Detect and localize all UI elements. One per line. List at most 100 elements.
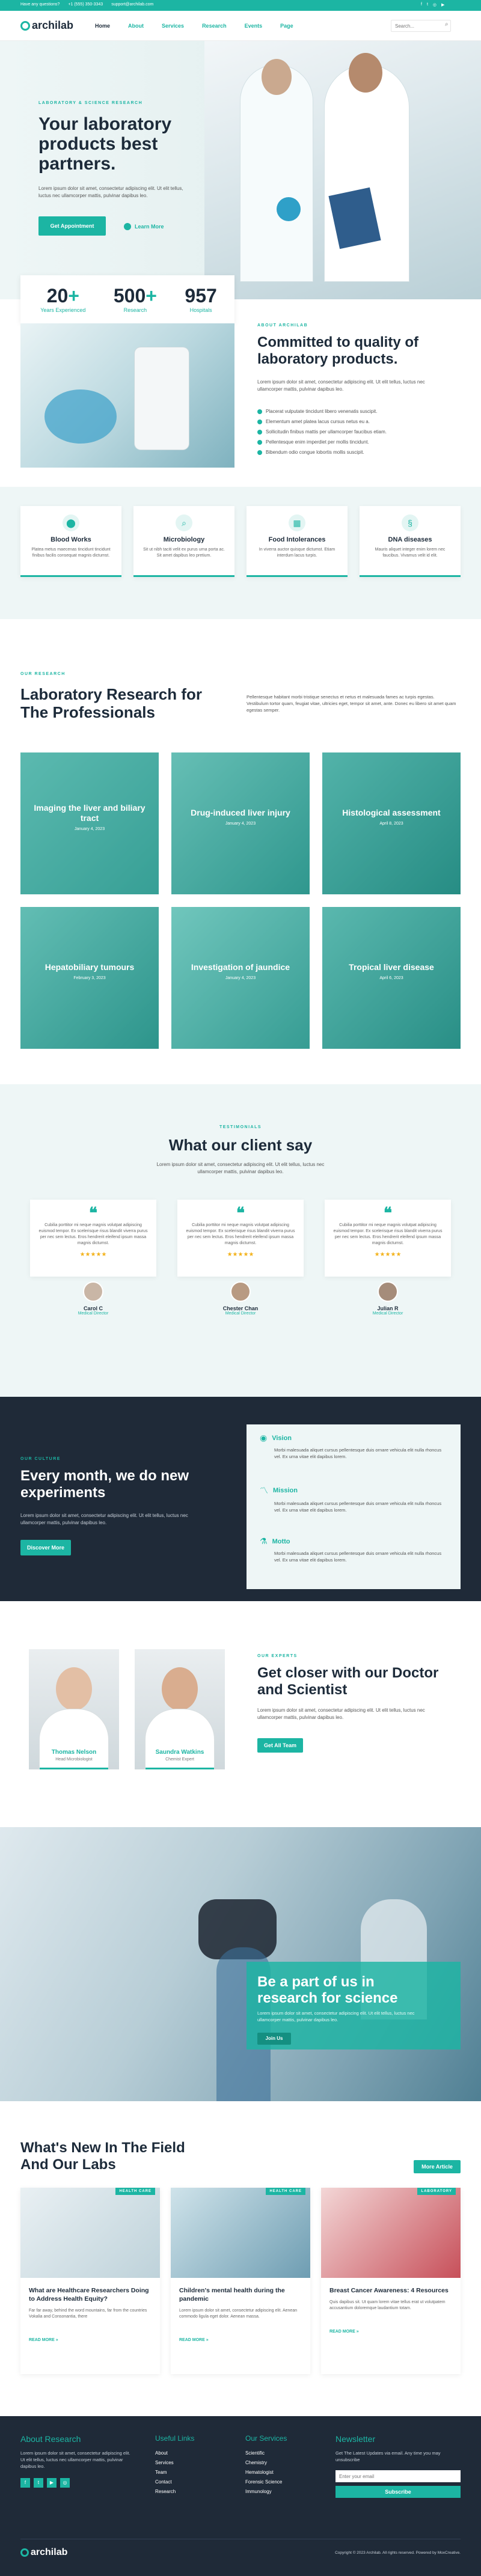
footer-newsletter: Newsletter Get The Latest Updates via em… — [335, 2434, 461, 2498]
nav-services[interactable]: Services — [162, 23, 184, 29]
footer-service-link[interactable]: Immunology — [245, 2487, 323, 2497]
read-more-link[interactable]: READ MORE » — [179, 2338, 302, 2342]
research-card-date: January 4, 2023 — [225, 976, 256, 980]
footer-links-title: Useful Links — [155, 2434, 195, 2443]
news-badge: HEALTH CARE — [115, 2188, 155, 2195]
topbar-phone[interactable]: +1 (555) 350-3343 — [68, 2, 103, 7]
hero-scientists-image — [204, 41, 481, 299]
research-card[interactable]: Hepatobiliary tumours February 3, 2023 — [20, 907, 159, 1049]
news-badge: HEALTH CARE — [266, 2188, 305, 2195]
facebook-icon[interactable]: f — [20, 2478, 30, 2488]
research-text: Pellentesque habitant morbi tristique se… — [247, 694, 456, 713]
footer-link[interactable]: Contact — [155, 2477, 227, 2487]
nav-about[interactable]: About — [128, 23, 144, 29]
research-card[interactable]: Histological assessment April 8, 2023 — [322, 752, 461, 894]
service-card[interactable]: § DNA diseases Mauris aliquet integer en… — [360, 506, 461, 577]
footer-link[interactable]: Services — [155, 2458, 227, 2468]
hero-text: Lorem ipsum dolor sit amet, consectetur … — [38, 186, 183, 198]
check-icon — [257, 439, 262, 445]
facebook-icon[interactable]: f — [421, 2, 422, 7]
footer-about-text: Lorem ipsum dolor sit amet, consectetur … — [20, 2450, 130, 2469]
footer-link[interactable]: About — [155, 2449, 227, 2458]
news-card-text: Far far away, behind the word mountains,… — [29, 2309, 147, 2319]
nav-home[interactable]: Home — [95, 23, 110, 29]
nav-research[interactable]: Research — [202, 23, 227, 29]
footer-link[interactable]: Research — [155, 2487, 227, 2497]
service-card[interactable]: ⌕ Microbiology Sit ut nibh taciti velit … — [133, 506, 234, 577]
service-text: In viverra auctor quisque dictumst. Etia… — [259, 548, 335, 558]
footer-link[interactable]: Team — [155, 2468, 227, 2477]
footer-logo[interactable]: archilab — [20, 2547, 67, 2558]
culture-item: 〽 Mission Morbi malesuada aliquet cursus … — [260, 1485, 447, 1536]
twitter-icon[interactable]: t — [427, 2, 428, 7]
about-title: Committed to quality of laboratory produ… — [257, 334, 418, 367]
culture-item-text: Morbi malesuada aliquet cursus pellentes… — [274, 1447, 442, 1459]
twitter-icon[interactable]: t — [34, 2478, 43, 2488]
service-card[interactable]: ⬤ Blood Works Platea metus maecenas tinc… — [20, 506, 121, 577]
read-more-link[interactable]: READ MORE » — [329, 2330, 452, 2334]
avatar — [378, 1281, 398, 1302]
research-card[interactable]: Tropical liver disease April 6, 2023 — [322, 907, 461, 1049]
nav-events[interactable]: Events — [245, 23, 263, 29]
research-card-date: April 6, 2023 — [379, 976, 403, 980]
testimonial-quote: Cubilia porttitor mi neque magnis volutp… — [38, 1223, 148, 1245]
footer-service-link[interactable]: Chemistry — [245, 2458, 323, 2468]
logo[interactable]: archilab — [20, 19, 73, 32]
expert-role: Head Microbiologist — [55, 1757, 93, 1762]
research-card-title: Investigation of jaundice — [191, 962, 290, 972]
footer-service-link[interactable]: Hematologist — [245, 2468, 323, 2477]
search-icon[interactable]: ⌕ — [445, 21, 449, 28]
about-lab-image — [20, 323, 234, 468]
expert-card[interactable]: Thomas Nelson Head Microbiologist — [29, 1649, 119, 1769]
testimonial-list: ❝ Cubilia porttitor mi neque magnis volu… — [30, 1200, 451, 1316]
learn-more-label: Learn More — [135, 224, 164, 230]
cta-title: Be a part of us in research for science — [257, 1974, 398, 2006]
research-card-title: Histological assessment — [342, 808, 441, 817]
read-more-link[interactable]: READ MORE » — [29, 2338, 152, 2342]
culture-item-text: Morbi malesuada aliquet cursus pellentes… — [274, 1501, 442, 1513]
discover-more-button[interactable]: Discover More — [20, 1540, 71, 1555]
about-checklist: Placerat vulputate tincidunt libero vene… — [257, 406, 456, 457]
culture-text: Lorem ipsum dolor sit amet, consectetur … — [20, 1513, 188, 1525]
research-card[interactable]: Investigation of jaundice January 4, 2023 — [171, 907, 310, 1049]
research-card[interactable]: Drug-induced liver injury January 4, 2023 — [171, 752, 310, 894]
youtube-icon[interactable]: ▶ — [441, 2, 444, 7]
join-us-button[interactable]: Join Us — [257, 2033, 291, 2045]
more-article-button[interactable]: More Article — [414, 2160, 461, 2173]
service-title: DNA diseases — [388, 536, 432, 543]
service-card[interactable]: ▦ Food Intolerances In viverra auctor qu… — [247, 506, 348, 577]
play-icon — [124, 223, 131, 230]
footer-about-title: About Research — [20, 2434, 81, 2444]
nav-page[interactable]: Page — [280, 23, 293, 29]
get-appointment-button[interactable]: Get Appointment — [38, 216, 106, 236]
newsletter-email-input[interactable] — [335, 2470, 461, 2482]
news-card[interactable]: LABORATORY Breast Cancer Awareness: 4 Re… — [321, 2188, 461, 2374]
instagram-icon[interactable]: ◎ — [433, 2, 437, 7]
check-icon — [257, 419, 262, 424]
stat-hospitals: 957 Hospitals — [185, 285, 216, 313]
stat-years-suffix: + — [68, 285, 79, 307]
news-list: HEALTH CARE What are Healthcare Research… — [20, 2188, 461, 2374]
testimonial-role: Medical Director — [78, 1311, 109, 1316]
footer-links: Useful Links About Services Team Contact… — [155, 2434, 227, 2497]
news-card[interactable]: HEALTH CARE What are Healthcare Research… — [20, 2188, 160, 2374]
footer-service-link[interactable]: Forensic Science — [245, 2477, 323, 2487]
topbar-email[interactable]: support@archilab.com — [111, 2, 153, 7]
expert-card[interactable]: Saundra Watkins Chemist Expert — [135, 1649, 225, 1769]
research-card[interactable]: Imaging the liver and biliary tract Janua… — [20, 752, 159, 894]
testimonial-role: Medical Director — [225, 1311, 256, 1316]
copyright: Copyright © 2023 Archilab. All rights re… — [335, 2551, 461, 2555]
instagram-icon[interactable]: ◎ — [60, 2478, 70, 2488]
footer-service-link[interactable]: Scientific — [245, 2449, 323, 2458]
youtube-icon[interactable]: ▶ — [47, 2478, 57, 2488]
expert-role: Chemist Expert — [165, 1757, 194, 1762]
news-card-text: Quis dapibus sit. Ut quam lorem vitae te… — [329, 2300, 446, 2310]
subscribe-button[interactable]: Subscribe — [335, 2486, 461, 2498]
get-all-team-button[interactable]: Get All Team — [257, 1738, 303, 1753]
news-image: LABORATORY — [321, 2188, 461, 2278]
rating-stars: ★★★★★ — [374, 1251, 402, 1258]
news-card[interactable]: HEALTH CARE Children's mental health dur… — [171, 2188, 310, 2374]
learn-more-link[interactable]: Learn More — [124, 223, 164, 230]
stat-research: 500+ Research — [114, 285, 157, 313]
search-input[interactable] — [391, 20, 451, 32]
